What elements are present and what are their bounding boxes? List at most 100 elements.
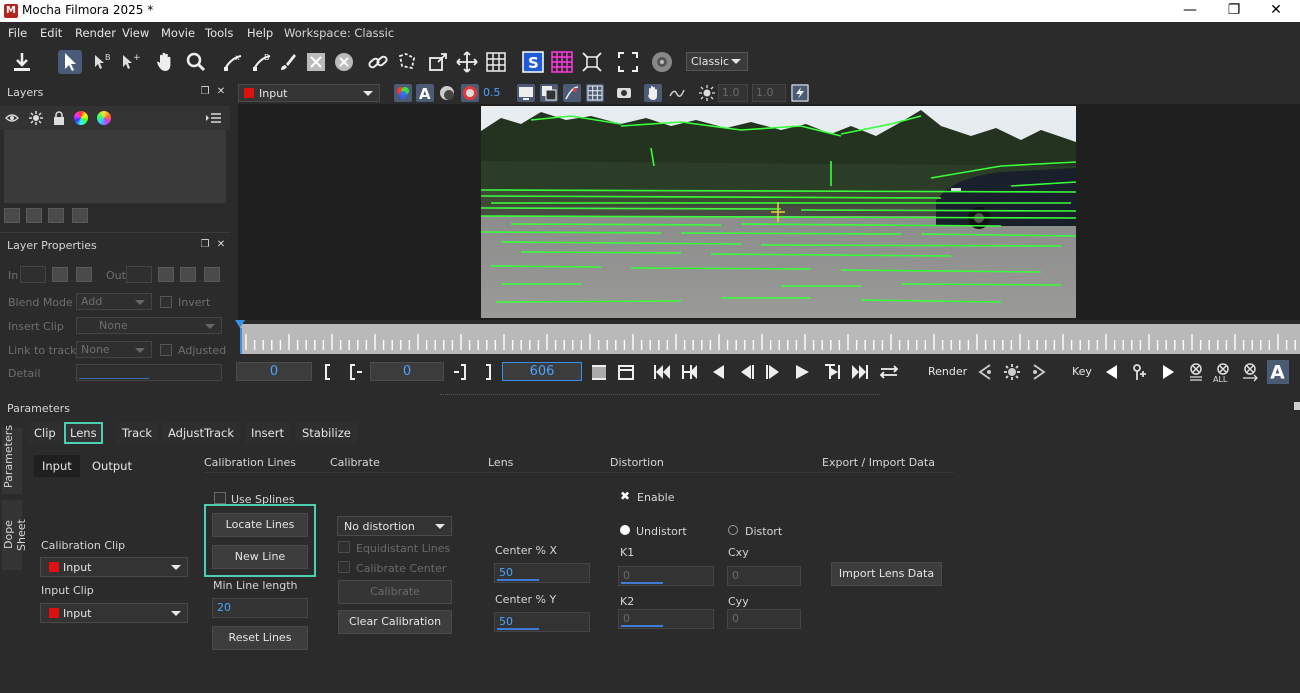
locate-lines-button[interactable]: Locate Lines bbox=[212, 513, 308, 537]
float-panel-icon[interactable]: ❐ bbox=[200, 87, 210, 97]
tab-lens[interactable]: Lens bbox=[64, 422, 103, 444]
select-b-tool-icon[interactable]: B bbox=[90, 50, 114, 74]
alpha-a-icon[interactable]: A bbox=[416, 84, 434, 103]
render-backward-icon[interactable] bbox=[976, 362, 996, 382]
close-button[interactable]: ✕ bbox=[1254, 0, 1298, 22]
go-to-in-point-icon[interactable] bbox=[680, 362, 700, 382]
enable-check-icon[interactable]: ✖ bbox=[620, 489, 630, 503]
grid-warp-icon[interactable] bbox=[484, 50, 508, 74]
lock-icon[interactable] bbox=[53, 111, 65, 125]
cxy-field[interactable]: 0 bbox=[727, 566, 801, 586]
use-splines-checkbox[interactable] bbox=[214, 492, 226, 504]
color-palette-icon[interactable] bbox=[97, 111, 111, 125]
frame-select-icon[interactable] bbox=[616, 50, 640, 74]
cyy-field[interactable]: 0 bbox=[727, 609, 801, 629]
menu-tools[interactable]: Tools bbox=[205, 26, 233, 40]
add-key-icon[interactable] bbox=[1130, 362, 1150, 382]
close-panel-icon[interactable]: ✕ bbox=[216, 240, 226, 250]
calibration-clip-select[interactable]: Input bbox=[40, 557, 188, 577]
center-x-field[interactable]: 50 bbox=[494, 563, 590, 583]
add-layer-icon[interactable] bbox=[26, 208, 42, 223]
lightning-icon[interactable] bbox=[791, 84, 809, 102]
play-backward-icon[interactable] bbox=[736, 362, 756, 382]
snapshot-icon[interactable] bbox=[615, 84, 633, 102]
layer-stack-icon[interactable] bbox=[540, 84, 558, 102]
delete-key-range-icon[interactable] bbox=[1240, 362, 1260, 382]
tab-track[interactable]: Track bbox=[116, 422, 159, 444]
link-to-track-select[interactable]: None bbox=[76, 341, 152, 358]
invert-checkbox[interactable] bbox=[160, 296, 172, 308]
duplicate-layer-icon[interactable] bbox=[48, 208, 64, 223]
workspace-select[interactable]: Classic bbox=[686, 52, 748, 71]
rectangle-tool-icon[interactable] bbox=[304, 50, 328, 74]
motion-path-icon[interactable] bbox=[668, 84, 686, 102]
float-panel-icon[interactable]: ❐ bbox=[200, 240, 210, 250]
subtab-output[interactable]: Output bbox=[84, 455, 140, 477]
brightness-icon[interactable] bbox=[698, 84, 716, 102]
in-frame-field[interactable]: 0 bbox=[236, 362, 312, 381]
detail-slider[interactable] bbox=[76, 364, 222, 381]
tab-stabilize[interactable]: Stabilize bbox=[296, 422, 357, 444]
fit-view-icon[interactable] bbox=[580, 50, 604, 74]
out-point-field[interactable] bbox=[126, 266, 152, 283]
view-clip-select[interactable]: Input bbox=[238, 84, 380, 102]
k1-field[interactable]: 0 bbox=[618, 566, 714, 586]
menu-view[interactable]: View bbox=[122, 26, 149, 40]
equidistant-lines-checkbox[interactable] bbox=[338, 541, 350, 553]
monitor-icon[interactable] bbox=[517, 84, 535, 102]
minimize-button[interactable]: — bbox=[1168, 0, 1212, 22]
menu-help[interactable]: Help bbox=[247, 26, 273, 40]
delete-key-icon[interactable] bbox=[1186, 362, 1206, 382]
set-out-bracket-icon[interactable] bbox=[478, 362, 498, 382]
render-forward-icon[interactable] bbox=[1028, 362, 1048, 382]
distort-radio[interactable] bbox=[728, 525, 738, 535]
timeline-ruler[interactable] bbox=[240, 324, 1300, 354]
k2-field[interactable]: 0 bbox=[618, 609, 714, 629]
auto-key-icon[interactable]: A bbox=[1267, 360, 1289, 384]
new-line-button[interactable]: New Line bbox=[212, 545, 308, 569]
go-to-end-icon[interactable] bbox=[850, 362, 870, 382]
layers-list[interactable] bbox=[4, 130, 226, 203]
current-frame-field[interactable]: 0 bbox=[370, 362, 444, 381]
next-key-icon[interactable] bbox=[1158, 362, 1178, 382]
maximize-button[interactable]: ❐ bbox=[1212, 0, 1256, 22]
grid-overlay-icon[interactable] bbox=[550, 50, 574, 74]
subtab-input[interactable]: Input bbox=[34, 455, 80, 477]
clear-calibration-button[interactable]: Clear Calibration bbox=[338, 610, 452, 634]
in-point-field[interactable] bbox=[20, 266, 46, 283]
zoom-icon[interactable] bbox=[184, 50, 208, 74]
out-frame-field[interactable]: 606 bbox=[502, 362, 582, 381]
calibrate-center-checkbox[interactable] bbox=[338, 561, 350, 573]
menu-movie[interactable]: Movie bbox=[161, 26, 195, 40]
brush-tool-icon[interactable] bbox=[276, 50, 300, 74]
color-wheel-icon[interactable] bbox=[74, 111, 88, 125]
scale-icon[interactable] bbox=[426, 50, 450, 74]
xspline-tool-icon[interactable]: x bbox=[221, 50, 245, 74]
viewer-frame-image[interactable] bbox=[481, 106, 1076, 318]
side-tab-parameters[interactable]: Parameters bbox=[2, 425, 22, 494]
goto-out-icon[interactable] bbox=[180, 267, 196, 282]
ellipse-tool-icon[interactable] bbox=[332, 50, 356, 74]
go-to-start-icon[interactable] bbox=[652, 362, 672, 382]
select-tool-icon[interactable] bbox=[58, 50, 82, 74]
render-settings-icon[interactable] bbox=[1002, 362, 1022, 382]
trim-start-icon[interactable] bbox=[589, 362, 609, 382]
blend-mode-select[interactable]: Add bbox=[76, 293, 152, 310]
close-panel-icon[interactable]: ✕ bbox=[216, 87, 226, 97]
menu-file[interactable]: File bbox=[8, 26, 27, 40]
trim-end-icon[interactable] bbox=[616, 362, 636, 382]
panel-float-icon[interactable] bbox=[1294, 402, 1300, 410]
bezier-tool-icon[interactable]: B bbox=[250, 50, 274, 74]
prev-key-icon[interactable] bbox=[1102, 362, 1122, 382]
tab-clip[interactable]: Clip bbox=[28, 422, 62, 444]
import-lens-data-button[interactable]: Import Lens Data bbox=[831, 562, 942, 586]
rgb-channels-icon[interactable] bbox=[394, 84, 412, 102]
select-add-tool-icon[interactable]: + bbox=[118, 50, 142, 74]
new-folder-icon[interactable] bbox=[4, 208, 20, 223]
link-icon[interactable] bbox=[366, 50, 390, 74]
play-icon[interactable] bbox=[792, 362, 812, 382]
menu-render[interactable]: Render bbox=[75, 26, 116, 40]
cog-icon[interactable] bbox=[29, 111, 43, 125]
menu-edit[interactable]: Edit bbox=[40, 26, 62, 40]
tab-adjusttrack[interactable]: AdjustTrack bbox=[162, 422, 241, 444]
